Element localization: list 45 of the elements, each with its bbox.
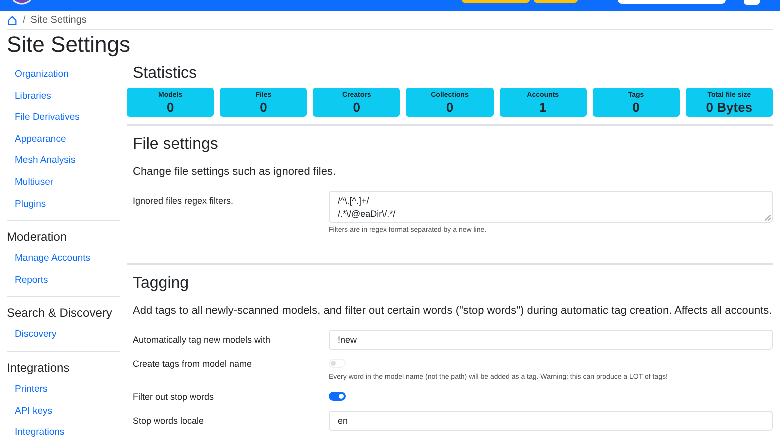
- sidebar-link[interactable]: Libraries: [7, 86, 120, 108]
- resize-handle-icon[interactable]: [765, 215, 771, 221]
- toggle-switch[interactable]: [329, 392, 346, 401]
- sidebar-link[interactable]: Appearance: [7, 128, 120, 150]
- section-title: Tagging: [132, 274, 190, 294]
- text-field[interactable]: en: [329, 411, 773, 431]
- sidebar-link[interactable]: Printers: [7, 378, 120, 401]
- stat-value: 0: [166, 100, 174, 114]
- sidebar-link[interactable]: File Derivatives: [7, 107, 120, 129]
- sidebar-heading: Search & Discovery: [7, 305, 114, 322]
- nav-button[interactable]: [744, 0, 760, 5]
- section-title: Statistics: [132, 64, 198, 84]
- section-description: Change file settings such as ignored files.: [133, 165, 338, 179]
- sidebar-link[interactable]: API keys: [7, 400, 120, 422]
- sidebar-link[interactable]: Plugins: [7, 194, 120, 216]
- field-label: Create tags from model name: [133, 358, 254, 371]
- breadcrumb-item: Site Settings: [30, 15, 87, 26]
- textarea-field[interactable]: /^\.[^.]+/ /.*\/@eaDir\/.*/: [329, 191, 773, 223]
- nav-button[interactable]: [534, 0, 578, 3]
- field-label: Ignored files regex filters.: [133, 195, 235, 208]
- sidebar-link[interactable]: Reports: [7, 270, 120, 292]
- sidebar-link[interactable]: Organization: [7, 64, 120, 86]
- sidebar-link[interactable]: Discovery: [7, 324, 120, 346]
- search-field[interactable]: [618, 0, 726, 4]
- breadcrumb-separator: /: [23, 15, 26, 26]
- sidebar-link[interactable]: Integrations: [7, 422, 120, 439]
- field-label: Stop words locale: [133, 415, 206, 428]
- field-label: Automatically tag new models with: [133, 334, 272, 347]
- section-title: File settings: [132, 135, 220, 155]
- stat-value: 0 Bytes: [706, 100, 753, 114]
- page-title: Site Settings: [6, 31, 132, 58]
- section-description: Add tags to all newly-scanned models, and filter out certain words ("stop words") during automatic tag creation. Affects all accounts.: [133, 304, 773, 318]
- sidebar-link[interactable]: Manage Accounts: [7, 248, 120, 270]
- sidebar-link[interactable]: Mesh Analysis: [7, 150, 120, 172]
- stat-value: 1: [540, 100, 547, 114]
- stat-value: 0: [353, 100, 360, 114]
- sidebar-heading: Moderation: [7, 229, 68, 246]
- stat-value: 0: [446, 100, 454, 114]
- stat-value: 0: [632, 100, 640, 114]
- sidebar-heading: Integrations: [7, 360, 71, 377]
- field-label: Filter out stop words: [133, 391, 216, 404]
- text-field[interactable]: !new: [329, 330, 773, 350]
- sidebar-link[interactable]: Multiuser: [7, 172, 120, 194]
- home-icon[interactable]: [7, 15, 18, 26]
- stat-value: 0: [260, 100, 268, 114]
